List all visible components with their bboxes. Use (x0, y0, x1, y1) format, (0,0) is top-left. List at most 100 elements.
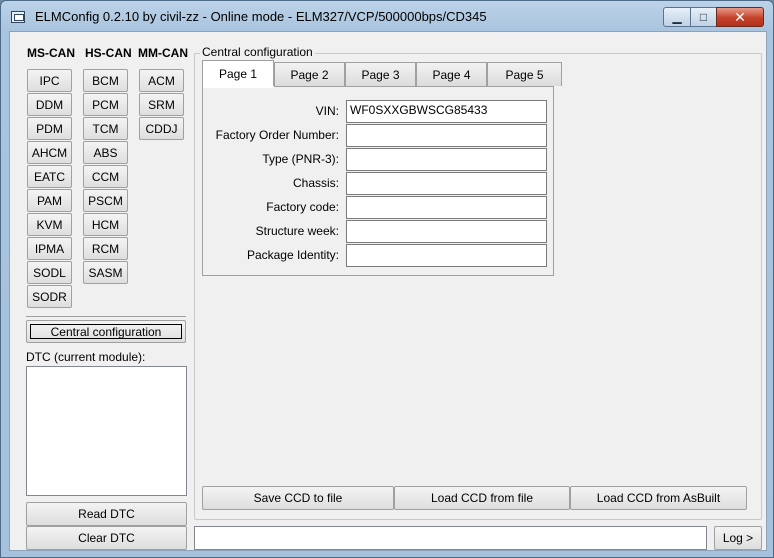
dtc-label: DTC (current module): (26, 350, 146, 364)
log-button[interactable]: Log > (714, 526, 762, 550)
ms-can-module-button-ahcm[interactable]: AHCM (27, 141, 72, 164)
app-icon[interactable] (11, 11, 25, 23)
mm-can-header: MM-CAN (138, 46, 188, 60)
hs-can-module-button-ccm[interactable]: CCM (83, 165, 128, 188)
hs-can-module-button-tcm[interactable]: TCM (83, 117, 128, 140)
mm-can-module-label: SRM (148, 97, 175, 112)
ms-can-module-label: PAM (36, 193, 63, 208)
field-label-2: Factory Order Number: (215, 128, 339, 142)
field-label-6: Structure week: (255, 224, 339, 238)
clear-dtc-button[interactable]: Clear DTC (26, 526, 187, 550)
ms-can-module-label: EATC (33, 169, 66, 184)
ms-can-module-label: KVM (36, 217, 63, 232)
hs-can-module-label: TCM (92, 121, 119, 136)
ms-can-header: MS-CAN (27, 46, 75, 60)
tab-page-5[interactable]: Page 5 (487, 62, 562, 86)
hs-can-module-button-abs[interactable]: ABS (83, 141, 128, 164)
mm-can-module-label: CDDJ (145, 121, 178, 136)
application-window: ELMConfig 0.2.10 by civil-zz - Online mo… (0, 0, 774, 558)
field-label-1: VIN: (315, 104, 339, 118)
field-input-1[interactable]: WF0SXXGBWSCG85433 (346, 100, 547, 123)
field-label-7: Package Identity: (246, 248, 339, 262)
log-button-label: Log > (722, 531, 754, 545)
central-configuration-label: Central configuration (50, 324, 162, 339)
load-ccd-asbuilt-button[interactable]: Load CCD from AsBuilt (570, 486, 747, 510)
ms-can-module-label: AHCM (31, 145, 68, 160)
field-label-5: Factory code: (266, 200, 339, 214)
ms-can-module-button-sodl[interactable]: SODL (27, 261, 72, 284)
ms-can-module-button-ipc[interactable]: IPC (27, 69, 72, 92)
tab-page-3[interactable]: Page 3 (345, 62, 416, 86)
ms-can-module-button-ddm[interactable]: DDM (27, 93, 72, 116)
hs-can-module-button-sasm[interactable]: SASM (83, 261, 128, 284)
ms-can-module-label: IPC (39, 73, 60, 88)
field-input-4[interactable] (346, 172, 547, 195)
read-dtc-label: Read DTC (78, 507, 135, 521)
field-input-2[interactable] (346, 124, 547, 147)
tab-page-4[interactable]: Page 4 (416, 62, 487, 86)
hs-can-module-label: ABS (93, 145, 118, 160)
central-configuration-button[interactable]: Central configuration (26, 320, 186, 343)
load-ccd-file-button[interactable]: Load CCD from file (394, 486, 570, 510)
hs-can-module-label: RCM (91, 241, 120, 256)
separator (26, 316, 186, 317)
load-ccd-asbuilt-label: Load CCD from AsBuilt (596, 491, 721, 505)
ms-can-module-label: SODR (32, 289, 67, 304)
ms-can-module-button-eatc[interactable]: EATC (27, 165, 72, 188)
tab-strip: Page 1 Page 2 Page 3 Page 4 Page 5 (202, 60, 562, 88)
field-input-6[interactable] (346, 220, 547, 243)
hs-can-module-button-bcm[interactable]: BCM (83, 69, 128, 92)
load-ccd-file-label: Load CCD from file (430, 491, 534, 505)
mm-can-module-button-cddj[interactable]: CDDJ (139, 117, 184, 140)
ms-can-module-label: SODL (33, 265, 66, 280)
window-title: ELMConfig 0.2.10 by civil-zz - Online mo… (35, 9, 487, 24)
hs-can-module-label: HCM (91, 217, 120, 232)
hs-can-module-label: BCM (92, 73, 119, 88)
tab-page-1-label: Page 1 (218, 66, 258, 81)
minimize-button[interactable]: ▁ (663, 7, 691, 27)
tab-page-3-label: Page 3 (361, 67, 400, 82)
mm-can-module-button-srm[interactable]: SRM (139, 93, 184, 116)
field-input-7[interactable] (346, 244, 547, 267)
ms-can-module-button-kvm[interactable]: KVM (27, 213, 72, 236)
ms-can-module-button-ipma[interactable]: IPMA (27, 237, 72, 260)
close-button[interactable]: ✕ (716, 7, 764, 27)
field-label-3: Type (PNR-3): (262, 152, 339, 166)
active-tab-joiner (203, 86, 274, 88)
tab-page-2-label: Page 2 (290, 67, 329, 82)
read-dtc-button[interactable]: Read DTC (26, 502, 187, 526)
save-ccd-button[interactable]: Save CCD to file (202, 486, 394, 510)
hs-can-module-label: PCM (92, 97, 119, 112)
hs-can-module-button-rcm[interactable]: RCM (83, 237, 128, 260)
ms-can-module-label: IPMA (34, 241, 65, 256)
hs-can-module-label: SASM (88, 265, 123, 280)
hs-can-module-label: PSCM (88, 193, 123, 208)
dtc-list[interactable] (26, 366, 187, 496)
ms-can-module-button-pam[interactable]: PAM (27, 189, 72, 212)
hs-can-module-button-hcm[interactable]: HCM (83, 213, 128, 236)
field-input-5[interactable] (346, 196, 547, 219)
ms-can-module-button-pdm[interactable]: PDM (27, 117, 72, 140)
ms-can-module-button-sodr[interactable]: SODR (27, 285, 72, 308)
ms-can-module-label: DDM (35, 97, 64, 112)
maximize-button[interactable]: □ (690, 7, 717, 27)
field-input-3[interactable] (346, 148, 547, 171)
minimize-icon: ▁ (672, 10, 682, 24)
tab-page-4-label: Page 4 (432, 67, 471, 82)
title-bar[interactable]: ELMConfig 0.2.10 by civil-zz - Online mo… (1, 1, 773, 31)
mm-can-module-button-acm[interactable]: ACM (139, 69, 184, 92)
hs-can-header: HS-CAN (85, 46, 132, 60)
tab-page-5-label: Page 5 (505, 67, 544, 82)
log-input[interactable] (194, 526, 707, 550)
hs-can-module-button-pcm[interactable]: PCM (83, 93, 128, 116)
close-icon: ✕ (734, 8, 746, 25)
save-ccd-label: Save CCD to file (253, 491, 343, 505)
central-configuration-group-label: Central configuration (200, 45, 315, 59)
ms-can-module-label: PDM (36, 121, 63, 136)
tab-page-1[interactable]: Page 1 (202, 60, 274, 86)
client-area: MS-CAN HS-CAN MM-CAN IPC DDM PDM AHCM EATC PA… (9, 31, 767, 551)
clear-dtc-label: Clear DTC (78, 531, 135, 545)
tab-page-2[interactable]: Page 2 (274, 62, 345, 86)
hs-can-module-label: CCM (91, 169, 120, 184)
hs-can-module-button-pscm[interactable]: PSCM (83, 189, 128, 212)
